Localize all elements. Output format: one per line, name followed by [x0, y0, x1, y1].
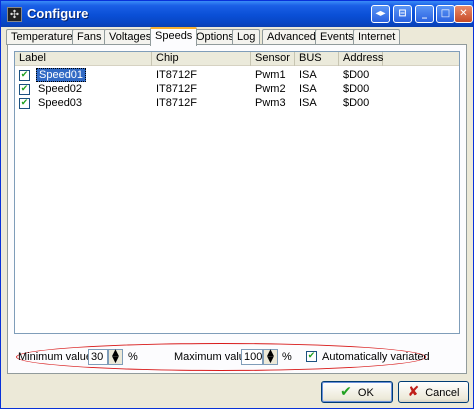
row-bus: ISA: [299, 97, 317, 109]
maximize-icon[interactable]: □: [436, 5, 455, 23]
table-row[interactable]: ✔ Speed01 IT8712F Pwm1 ISA $D00: [15, 68, 459, 82]
close-icon[interactable]: ✕: [454, 5, 473, 23]
x-icon: ✘: [407, 384, 420, 400]
configure-window: ✣ Configure ◂▸ ⊟ _ □ ✕ Temperatures Fans…: [0, 0, 474, 409]
column-sensor[interactable]: Sensor: [251, 52, 295, 66]
title-bar[interactable]: ✣ Configure ◂▸ ⊟ _ □ ✕: [1, 1, 473, 27]
row-sensor: Pwm2: [255, 83, 286, 95]
row-checkbox[interactable]: ✔: [19, 84, 30, 95]
fan-icon: ✣: [7, 7, 22, 22]
column-label[interactable]: Label: [15, 52, 152, 66]
table-row[interactable]: ✔ Speed03 IT8712F Pwm3 ISA $D00: [15, 96, 459, 110]
row-bus: ISA: [299, 69, 317, 81]
minimize-icon[interactable]: _: [415, 5, 434, 23]
auto-variated-label[interactable]: Automatically variated: [322, 351, 430, 363]
ok-button[interactable]: ✔ OK: [321, 381, 393, 403]
list-header: Label Chip Sensor BUS Address: [15, 52, 459, 66]
row-chip: IT8712F: [156, 69, 197, 81]
row-address: $D00: [343, 69, 370, 81]
window-title: Configure: [27, 6, 89, 21]
max-value-spinner[interactable]: ▲ ▼: [263, 349, 278, 365]
auto-variated-checkbox[interactable]: ✔: [306, 351, 317, 362]
row-sensor: Pwm1: [255, 69, 286, 81]
max-value-label: Maximum value: [174, 351, 252, 363]
tab-speeds[interactable]: Speeds: [150, 27, 198, 46]
cancel-label: Cancel: [425, 387, 460, 399]
tab-voltages[interactable]: Voltages: [104, 29, 157, 45]
restore-icon[interactable]: ◂▸: [371, 5, 390, 23]
row-checkbox[interactable]: ✔: [19, 98, 30, 109]
max-value-input[interactable]: [241, 349, 263, 365]
ok-label: OK: [357, 387, 374, 399]
row-address: $D00: [343, 83, 370, 95]
min-value-input[interactable]: [88, 349, 108, 365]
min-value-label: Minimum value: [18, 351, 92, 363]
unknown-icon[interactable]: ⊟: [393, 5, 412, 23]
cancel-button[interactable]: ✘ Cancel: [398, 381, 469, 403]
column-bus[interactable]: BUS: [295, 52, 339, 66]
min-percent-label: %: [128, 351, 138, 363]
row-sensor: Pwm3: [255, 97, 286, 109]
tab-advanced[interactable]: Advanced: [262, 29, 321, 45]
row-label: Speed03: [38, 97, 83, 109]
row-checkbox[interactable]: ✔: [19, 70, 30, 81]
tab-internet[interactable]: Internet: [353, 29, 401, 45]
row-chip: IT8712F: [156, 83, 197, 95]
tab-log[interactable]: Log: [232, 29, 261, 45]
row-chip: IT8712F: [156, 97, 197, 109]
row-label: Speed01: [36, 68, 87, 82]
tab-fans[interactable]: Fans: [72, 29, 107, 45]
row-address: $D00: [343, 97, 370, 109]
speeds-list[interactable]: Label Chip Sensor BUS Address ✔ Speed01 …: [14, 51, 460, 334]
column-chip[interactable]: Chip: [152, 52, 251, 66]
max-percent-label: %: [282, 351, 292, 363]
table-row[interactable]: ✔ Speed02 IT8712F Pwm2 ISA $D00: [15, 82, 459, 96]
speed-range-controls: Minimum value ▲▼ % Maximum value ▲▼ % ✔ …: [14, 341, 460, 371]
min-value-spinner[interactable]: ▲ ▼: [108, 349, 123, 365]
speeds-panel: Label Chip Sensor BUS Address ✔ Speed01 …: [7, 44, 467, 374]
row-bus: ISA: [299, 83, 317, 95]
row-label: Speed02: [38, 83, 83, 95]
checkmark-icon: ✔: [340, 384, 352, 400]
column-address[interactable]: Address: [339, 52, 383, 66]
